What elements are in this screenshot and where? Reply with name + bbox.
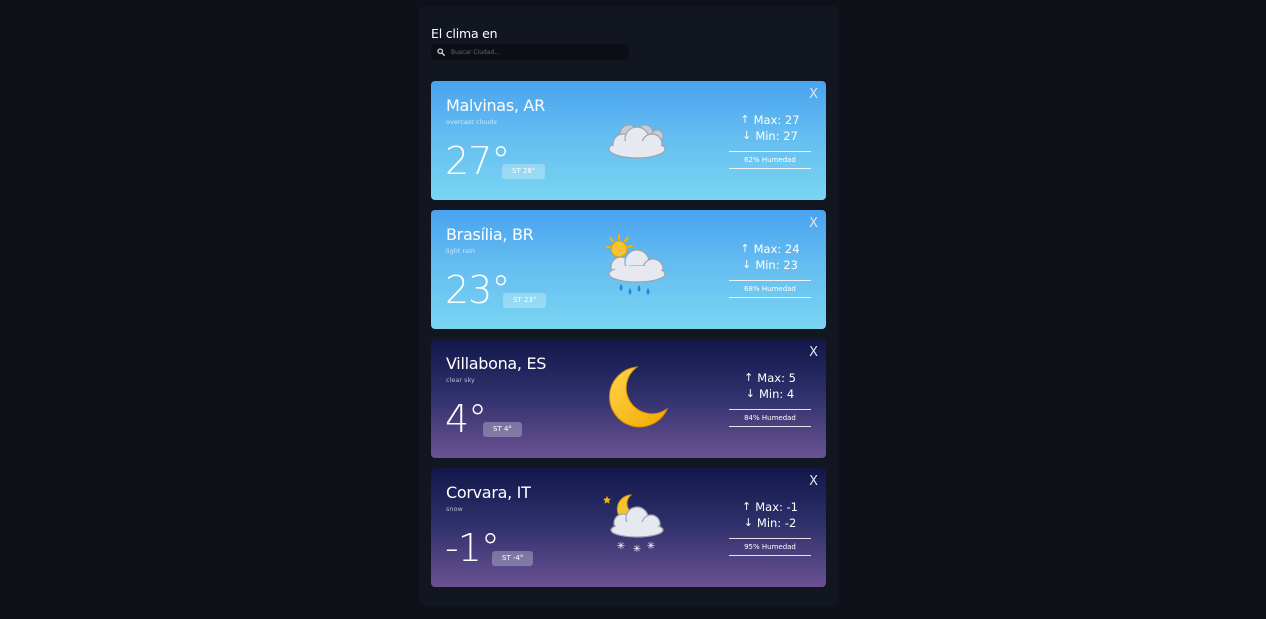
svg-text:✳: ✳ — [647, 541, 655, 552]
min-temp: ↓ Min: -2 — [729, 515, 811, 531]
weather-card: Villabona, ES clear sky 4° ST 4° X ↑ Max… — [431, 339, 826, 458]
feels-like-badge: ST 4° — [483, 422, 522, 437]
city-name: Brasília, BR — [446, 225, 534, 244]
arrow-up-icon: ↑ — [740, 113, 750, 126]
arrow-up-icon: ↑ — [744, 371, 754, 384]
feels-like-badge: ST -4° — [492, 551, 534, 566]
close-button[interactable]: X — [809, 87, 818, 102]
min-temp-label: Min: 27 — [755, 129, 798, 143]
min-temp: ↓ Min: 4 — [729, 386, 811, 402]
min-temp-label: Min: 4 — [758, 387, 795, 401]
search-input[interactable] — [449, 48, 623, 56]
temperature: 4° — [445, 397, 487, 441]
close-button[interactable]: X — [809, 345, 818, 360]
max-temp-label: Max: 5 — [757, 371, 796, 385]
overcast-clouds-icon — [601, 103, 673, 175]
arrow-down-icon: ↓ — [742, 258, 752, 271]
max-temp-label: Max: -1 — [755, 500, 798, 514]
temperature: -1° — [445, 526, 500, 570]
arrow-up-icon: ↑ — [742, 500, 752, 513]
humidity: 62% Humedad — [729, 151, 811, 169]
weather-card: Corvara, IT snow -1° ST -4° ✳ ✳ ✳ X ↑ Ma… — [431, 468, 826, 587]
svg-text:✳: ✳ — [617, 541, 625, 552]
temp-stats: ↑ Max: 27 ↓ Min: 27 62% Humedad — [729, 112, 811, 169]
close-button[interactable]: X — [809, 474, 818, 489]
arrow-up-icon: ↑ — [740, 242, 750, 255]
weather-card: Brasília, BR light rain 23° ST 23° X ↑ M… — [431, 210, 826, 329]
min-temp-label: Min: -2 — [756, 516, 797, 530]
moon-icon — [601, 361, 673, 433]
search-bar[interactable] — [431, 44, 629, 60]
max-temp: ↑ Max: 5 — [729, 370, 811, 386]
max-temp-label: Max: 27 — [753, 113, 800, 127]
city-name: Corvara, IT — [446, 483, 531, 502]
min-temp: ↓ Min: 27 — [729, 128, 811, 144]
arrow-down-icon: ↓ — [743, 516, 753, 529]
close-button[interactable]: X — [809, 216, 818, 231]
arrow-down-icon: ↓ — [742, 129, 752, 142]
humidity: 84% Humedad — [729, 409, 811, 427]
temperature: 27° — [445, 139, 510, 183]
feels-like-badge: ST 28° — [502, 164, 546, 179]
weather-description: clear sky — [446, 376, 475, 384]
humidity: 68% Humedad — [729, 280, 811, 298]
max-temp: ↑ Max: 27 — [729, 112, 811, 128]
max-temp: ↑ Max: 24 — [729, 241, 811, 257]
weather-panel: El clima en Malvinas, AR overcast clouds… — [419, 6, 839, 606]
svg-text:✳: ✳ — [633, 544, 641, 555]
humidity: 95% Humedad — [729, 538, 811, 556]
arrow-down-icon: ↓ — [745, 387, 755, 400]
moon-snow-cloud-icon: ✳ ✳ ✳ — [601, 490, 673, 562]
city-name: Villabona, ES — [446, 354, 547, 373]
feels-like-badge: ST 23° — [503, 293, 547, 308]
temp-stats: ↑ Max: -1 ↓ Min: -2 95% Humedad — [729, 499, 811, 556]
max-temp-label: Max: 24 — [753, 242, 800, 256]
weather-card: Malvinas, AR overcast clouds 27° ST 28° — [431, 81, 826, 200]
min-temp-label: Min: 23 — [755, 258, 798, 272]
page-title: El clima en — [431, 26, 498, 41]
search-icon — [433, 44, 449, 60]
weather-description: overcast clouds — [446, 118, 497, 126]
temp-stats: ↑ Max: 5 ↓ Min: 4 84% Humedad — [729, 370, 811, 427]
temp-stats: ↑ Max: 24 ↓ Min: 23 68% Humedad — [729, 241, 811, 298]
weather-description: snow — [446, 505, 463, 513]
max-temp: ↑ Max: -1 — [729, 499, 811, 515]
min-temp: ↓ Min: 23 — [729, 257, 811, 273]
sun-rain-cloud-icon — [601, 232, 673, 304]
city-name: Malvinas, AR — [446, 96, 545, 115]
weather-description: light rain — [446, 247, 476, 255]
temperature: 23° — [445, 268, 510, 312]
